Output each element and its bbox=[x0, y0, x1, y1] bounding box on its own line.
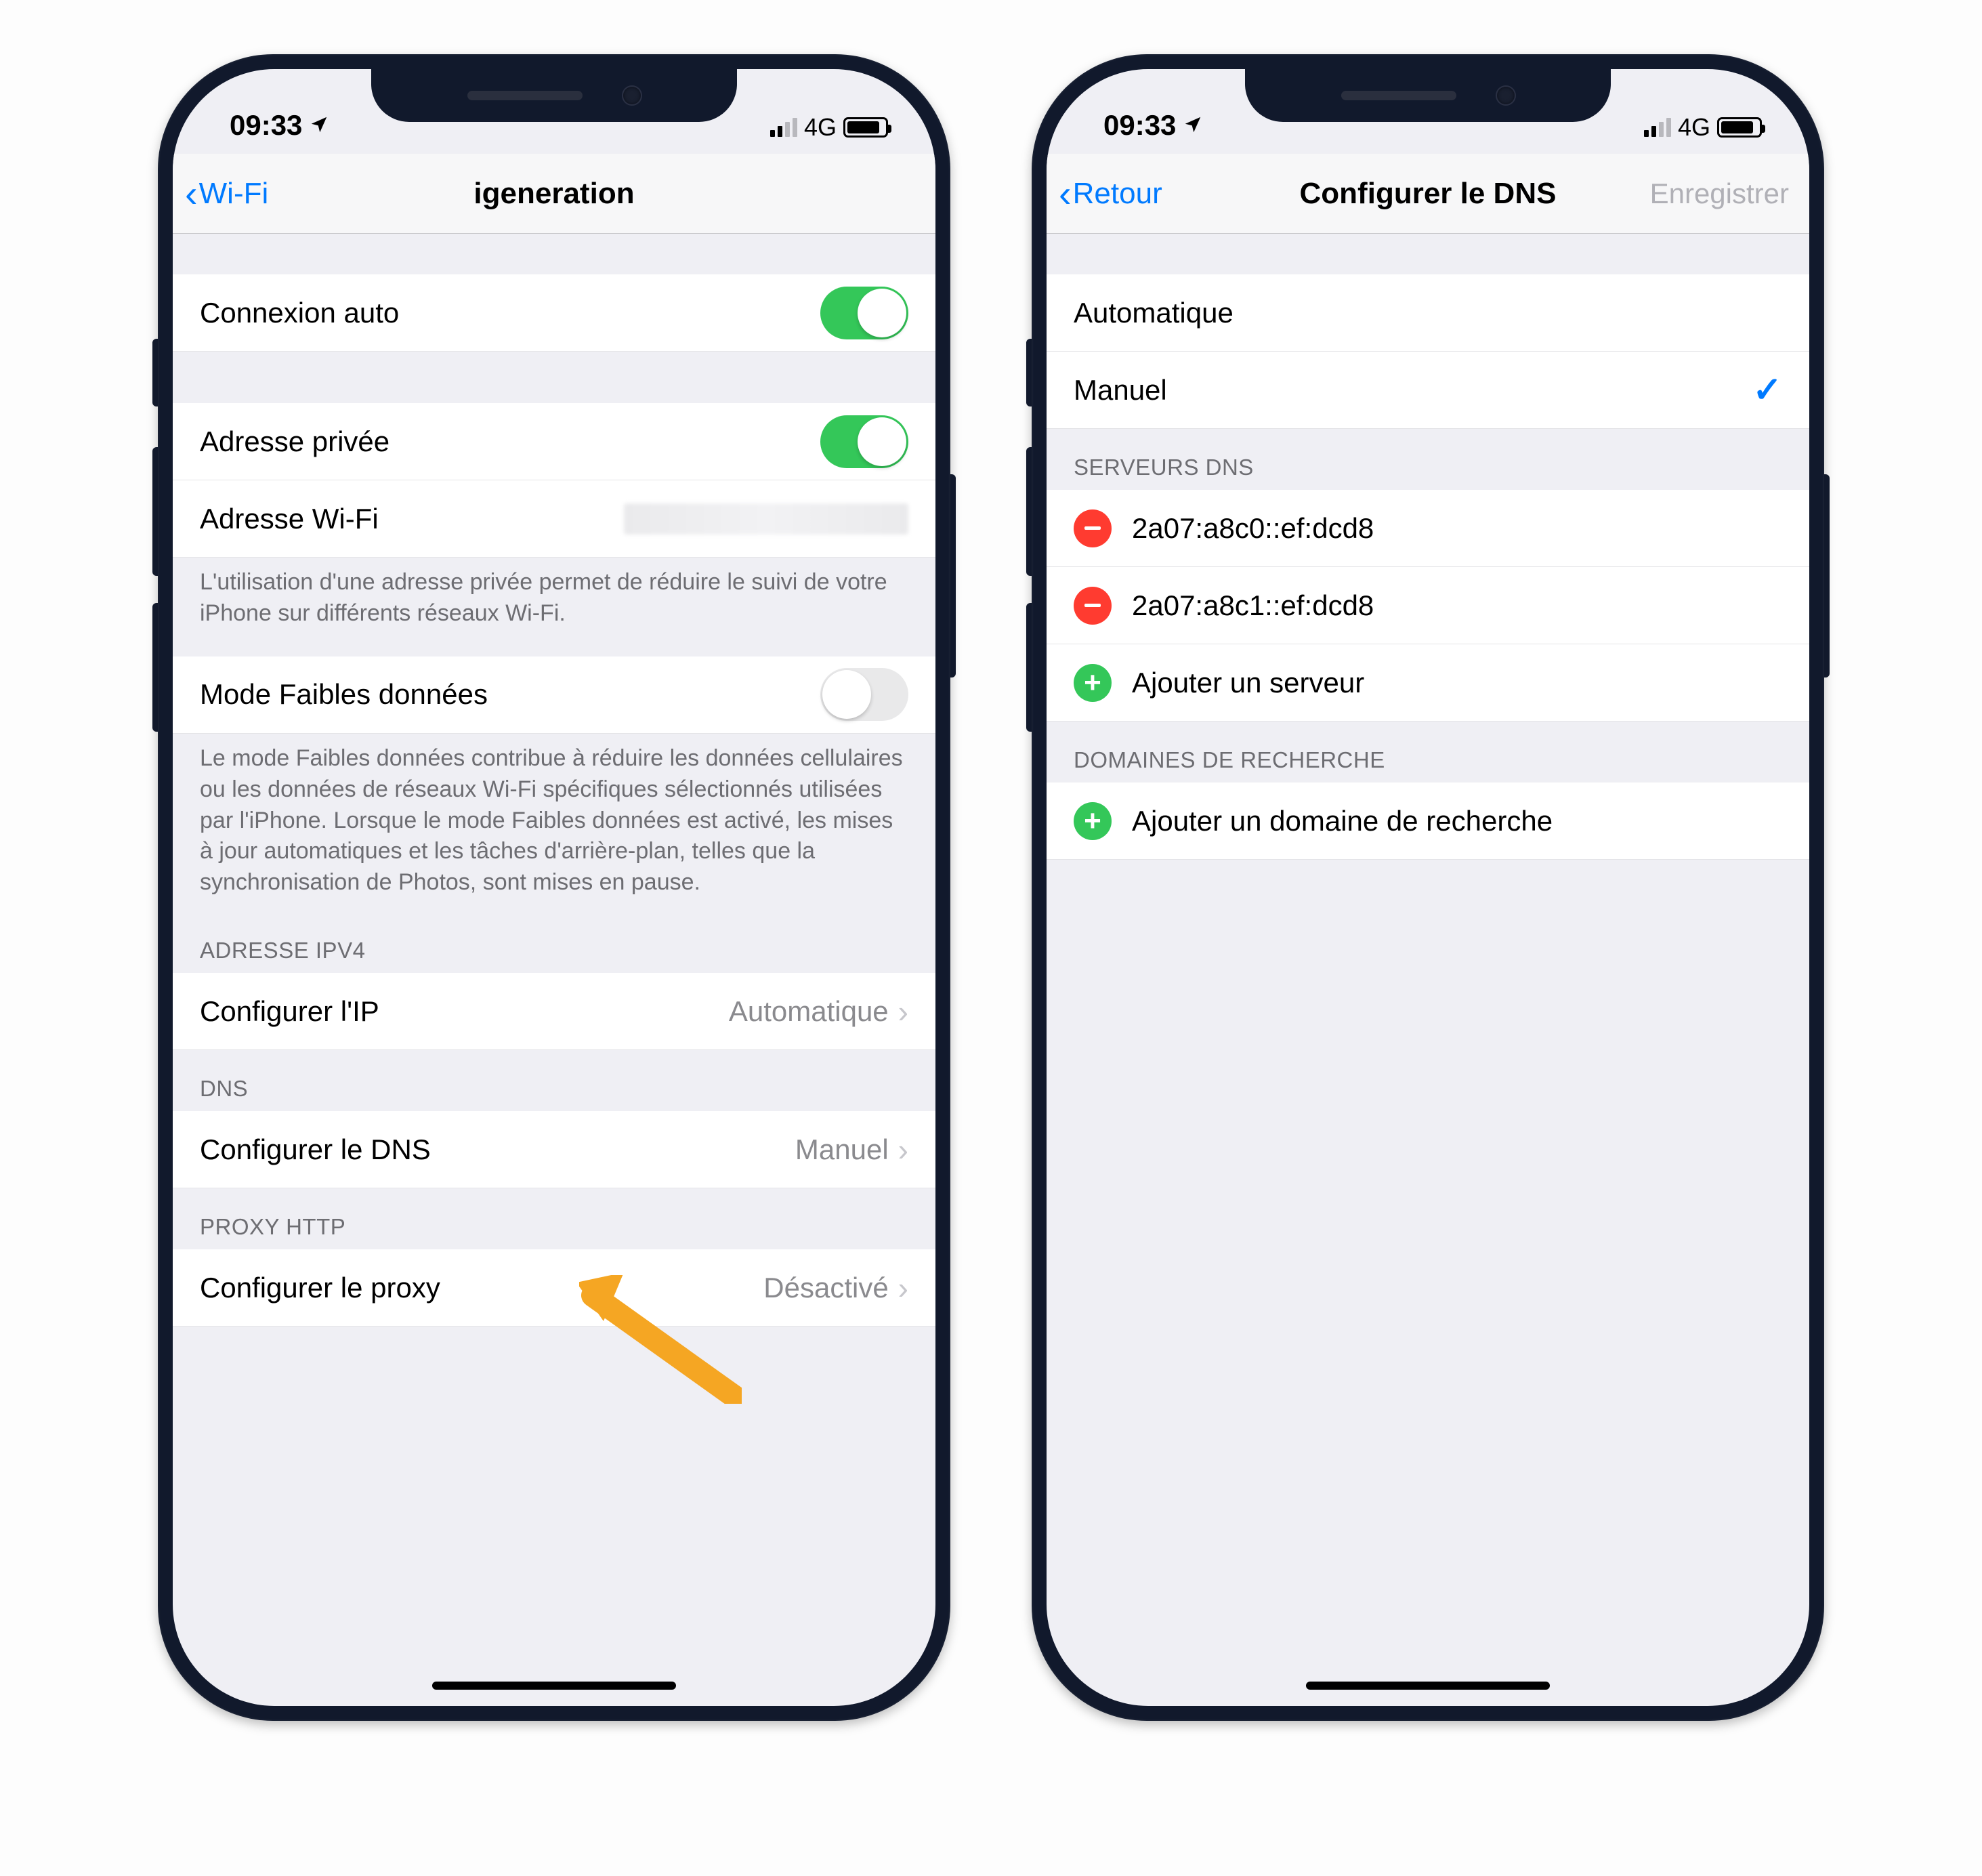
save-button[interactable]: Enregistrer bbox=[1650, 178, 1789, 210]
row-configure-ip[interactable]: Configurer l'IP Automatique › bbox=[173, 973, 935, 1050]
switch-private-address[interactable] bbox=[820, 415, 908, 468]
screen-right: 09:33 4G ‹ Retour Configurer le DNS Enre… bbox=[1047, 69, 1809, 1706]
location-icon bbox=[1183, 109, 1203, 142]
nav-bar: ‹ Wi-Fi igeneration bbox=[173, 154, 935, 234]
row-wifi-address: Adresse Wi-Fi bbox=[173, 480, 935, 558]
row-low-data[interactable]: Mode Faibles données bbox=[173, 656, 935, 734]
status-time: 09:33 bbox=[230, 109, 302, 142]
row-server-1[interactable]: 2a07:a8c0::ef:dcd8 bbox=[1047, 490, 1809, 567]
switch-low-data[interactable] bbox=[820, 668, 908, 721]
delete-icon[interactable] bbox=[1074, 509, 1112, 547]
row-label: Ajouter un serveur bbox=[1132, 667, 1782, 699]
phone-left: 09:33 4G ‹ Wi-Fi igeneration bbox=[158, 54, 950, 1721]
row-label: Automatique bbox=[1074, 297, 1782, 329]
signal-icon bbox=[770, 118, 797, 137]
row-dns-auto[interactable]: Automatique bbox=[1047, 274, 1809, 352]
server-value[interactable]: 2a07:a8c1::ef:dcd8 bbox=[1132, 589, 1782, 622]
delete-icon[interactable] bbox=[1074, 587, 1112, 625]
row-label: Connexion auto bbox=[200, 297, 820, 329]
settings-content[interactable]: Connexion auto Adresse privée Adresse Wi… bbox=[173, 234, 935, 1706]
row-label: Mode Faibles données bbox=[200, 678, 820, 711]
notch bbox=[371, 69, 737, 122]
row-server-2[interactable]: 2a07:a8c1::ef:dcd8 bbox=[1047, 567, 1809, 644]
network-label: 4G bbox=[1678, 113, 1710, 142]
row-label: Configurer le DNS bbox=[200, 1133, 795, 1166]
row-dns-manual[interactable]: Manuel ✓ bbox=[1047, 352, 1809, 429]
section-header-proxy: PROXY HTTP bbox=[173, 1188, 935, 1249]
redacted-value bbox=[624, 503, 908, 535]
row-label: Configurer l'IP bbox=[200, 995, 729, 1028]
row-label: Adresse privée bbox=[200, 425, 820, 458]
notch bbox=[1245, 69, 1611, 122]
row-label: Ajouter un domaine de recherche bbox=[1132, 805, 1782, 837]
section-header-search-domains: DOMAINES DE RECHERCHE bbox=[1047, 722, 1809, 783]
row-label: Manuel bbox=[1074, 374, 1752, 407]
status-time: 09:33 bbox=[1103, 109, 1176, 142]
section-header-servers: SERVEURS DNS bbox=[1047, 429, 1809, 490]
row-label: Configurer le proxy bbox=[200, 1272, 763, 1304]
row-value: Désactivé bbox=[763, 1272, 888, 1304]
server-value[interactable]: 2a07:a8c0::ef:dcd8 bbox=[1132, 512, 1782, 545]
chevron-right-icon: › bbox=[898, 1134, 908, 1165]
battery-icon bbox=[843, 117, 888, 138]
nav-title: igeneration bbox=[173, 177, 935, 211]
nav-bar: ‹ Retour Configurer le DNS Enregistrer bbox=[1047, 154, 1809, 234]
row-add-server[interactable]: + Ajouter un serveur bbox=[1047, 644, 1809, 722]
add-icon[interactable]: + bbox=[1074, 802, 1112, 840]
home-indicator[interactable] bbox=[432, 1682, 676, 1690]
network-label: 4G bbox=[804, 113, 837, 142]
switch-auto-connect[interactable] bbox=[820, 287, 908, 339]
add-icon[interactable]: + bbox=[1074, 664, 1112, 702]
check-icon: ✓ bbox=[1752, 370, 1782, 411]
chevron-right-icon: › bbox=[898, 1272, 908, 1304]
battery-icon bbox=[1717, 117, 1762, 138]
signal-icon bbox=[1644, 118, 1671, 137]
location-icon bbox=[309, 109, 329, 142]
row-label: Adresse Wi-Fi bbox=[200, 503, 624, 535]
screen-left: 09:33 4G ‹ Wi-Fi igeneration bbox=[173, 69, 935, 1706]
section-header-dns: DNS bbox=[173, 1050, 935, 1111]
row-auto-connect[interactable]: Connexion auto bbox=[173, 274, 935, 352]
row-configure-proxy[interactable]: Configurer le proxy Désactivé › bbox=[173, 1249, 935, 1327]
row-add-domain[interactable]: + Ajouter un domaine de recherche bbox=[1047, 783, 1809, 860]
row-value: Automatique bbox=[729, 995, 889, 1028]
row-private-address[interactable]: Adresse privée bbox=[173, 403, 935, 480]
row-configure-dns[interactable]: Configurer le DNS Manuel › bbox=[173, 1111, 935, 1188]
section-header-ipv4: ADRESSE IPV4 bbox=[173, 912, 935, 973]
chevron-right-icon: › bbox=[898, 996, 908, 1027]
low-data-footer: Le mode Faibles données contribue à rédu… bbox=[173, 734, 935, 912]
dns-content[interactable]: Automatique Manuel ✓ SERVEURS DNS 2a07:a… bbox=[1047, 234, 1809, 1706]
home-indicator[interactable] bbox=[1306, 1682, 1550, 1690]
phone-right: 09:33 4G ‹ Retour Configurer le DNS Enre… bbox=[1032, 54, 1824, 1721]
private-address-footer: L'utilisation d'une adresse privée perme… bbox=[173, 558, 935, 643]
row-value: Manuel bbox=[795, 1133, 889, 1166]
